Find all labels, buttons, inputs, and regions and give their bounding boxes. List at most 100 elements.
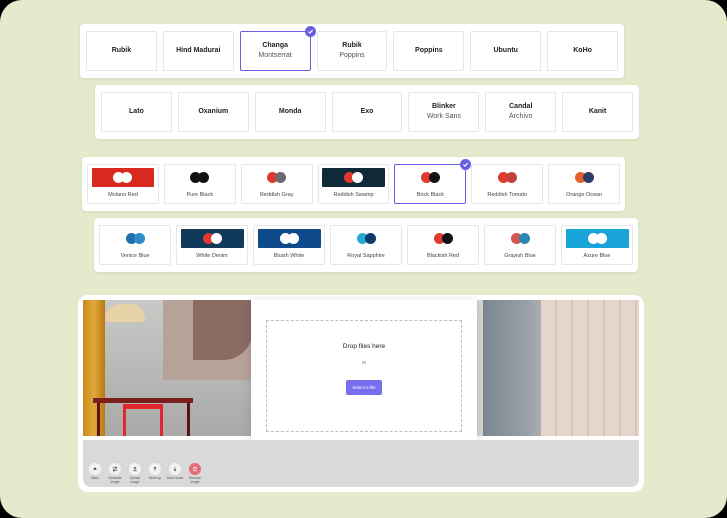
canvas: Rubik Hind Madurai Changa Montserrat Rub… — [0, 0, 727, 518]
color-theme-label: Azure Blue — [583, 253, 611, 259]
color-option[interactable]: Bluish White — [253, 225, 325, 265]
drop-zone[interactable]: Drop files here or Select a file — [266, 320, 462, 432]
font-option[interactable]: Rubik — [86, 31, 157, 71]
font-option-selected[interactable]: Changa Montserrat — [239, 26, 316, 71]
back-tool[interactable]: Back — [86, 463, 104, 484]
tool-label: Generate image — [108, 476, 122, 484]
color-swatch — [565, 229, 629, 248]
color-option[interactable]: Reddish Gray — [240, 164, 313, 204]
font-secondary-label: Montserrat — [258, 52, 292, 59]
color-option[interactable]: Royal Sapphire — [330, 225, 402, 265]
font-option[interactable]: Poppins — [393, 31, 465, 71]
color-dot — [364, 233, 376, 244]
color-theme-label: Orange Ocean — [566, 192, 603, 198]
file-upload-dialog: Drop files here or Select a file — [251, 300, 477, 446]
font-primary-label: Lato — [129, 108, 144, 115]
font-primary-label: Rubik — [111, 47, 132, 54]
color-option[interactable]: Reddish Swamp — [317, 164, 390, 204]
color-theme-label: Venice Blue — [120, 253, 150, 259]
font-option[interactable]: Lato — [101, 92, 172, 132]
color-theme-row-2: Venice Blue White Denim Bluish White Royal … — [94, 218, 638, 272]
generate-image-tool[interactable]: Generate image — [106, 463, 124, 484]
color-option[interactable]: Blackish Red — [407, 225, 479, 265]
font-pairing-row-1: Rubik Hind Madurai Changa Montserrat Rub… — [80, 24, 624, 78]
font-primary-label: Candal — [509, 103, 533, 110]
select-file-button[interactable]: Select a file — [346, 380, 382, 395]
color-option[interactable]: Reddish Tomato — [471, 164, 544, 204]
color-dot — [582, 172, 594, 183]
color-dot — [428, 172, 440, 183]
color-swatch — [398, 168, 462, 187]
color-theme-label: Blackish Red — [426, 253, 460, 259]
color-dot — [505, 172, 517, 183]
arrow-down-icon[interactable] — [169, 463, 181, 475]
tool-label: Upload image — [129, 476, 141, 484]
color-theme-label: White Denim — [196, 253, 228, 259]
font-option[interactable]: Ubuntu — [470, 31, 542, 71]
font-primary-label: Exo — [360, 108, 374, 115]
check-icon — [304, 26, 316, 37]
font-primary-label: KoHo — [573, 47, 592, 54]
font-option[interactable]: Candal Archivo — [485, 92, 557, 132]
tool-label: Move up — [148, 476, 162, 480]
color-dot — [287, 233, 299, 244]
color-dot — [275, 172, 287, 183]
font-option[interactable]: Hind Madurai — [162, 31, 234, 71]
color-option[interactable]: Grayish Blue — [484, 225, 556, 265]
color-dot — [441, 233, 453, 244]
color-swatch — [322, 168, 385, 187]
image-editor-panel: Drop files here or Select a file Back Ge… — [78, 295, 644, 492]
font-option[interactable]: Rubik Poppins — [316, 31, 388, 71]
back-icon[interactable] — [89, 463, 101, 475]
font-primary-label: Blinker — [432, 103, 456, 110]
color-theme-label: Bluish White — [273, 253, 305, 259]
font-option[interactable]: Blinker Work Sans — [408, 92, 480, 132]
remove-image-tool[interactable]: Remove image — [186, 463, 204, 484]
color-theme-label: Royal Sapphire — [347, 253, 385, 259]
color-option[interactable]: Orange Ocean — [548, 164, 621, 204]
trash-icon[interactable] — [189, 463, 201, 475]
upload-icon[interactable] — [129, 463, 141, 475]
color-option[interactable]: Venice Blue — [99, 225, 171, 265]
color-swatch — [168, 168, 232, 187]
color-theme-label: Pure Black — [186, 192, 214, 198]
color-swatch — [91, 168, 155, 187]
font-primary-label: Rubik — [342, 42, 362, 49]
upload-image-tool[interactable]: Upload image — [126, 463, 144, 484]
color-theme-label: Brick Black — [416, 192, 444, 198]
move-down-tool[interactable]: Move down — [166, 463, 184, 484]
color-dot — [352, 172, 363, 183]
color-swatch — [245, 168, 309, 187]
color-dot — [210, 233, 222, 244]
color-swatch — [488, 229, 552, 248]
font-option[interactable]: Oxanium — [177, 92, 249, 132]
font-option[interactable]: Exo — [331, 92, 403, 132]
font-primary-label: Oxanium — [198, 108, 229, 115]
color-option[interactable]: Azure Blue — [561, 225, 633, 265]
font-option[interactable]: Monda — [254, 92, 326, 132]
color-swatch — [334, 229, 398, 248]
color-swatch — [103, 229, 167, 248]
font-option[interactable]: Kanit — [562, 92, 634, 132]
color-option[interactable]: Molano Red — [87, 164, 159, 204]
color-theme-label: Molano Red — [108, 192, 138, 198]
color-swatch — [257, 229, 321, 248]
move-up-tool[interactable]: Move up — [146, 463, 164, 484]
color-swatch — [552, 168, 616, 187]
color-swatch — [475, 168, 539, 187]
color-dot — [121, 172, 133, 183]
font-option[interactable]: KoHo — [547, 31, 619, 71]
tool-label: Move down — [166, 476, 184, 480]
color-option-selected[interactable]: Brick Black — [394, 159, 472, 204]
color-dot — [595, 233, 607, 244]
font-primary-label: Poppins — [415, 47, 443, 54]
font-primary-label: Changa — [262, 42, 288, 49]
color-theme-label: Reddish Swamp — [333, 192, 374, 198]
arrow-up-icon[interactable] — [149, 463, 161, 475]
font-primary-label: Kanit — [588, 108, 607, 115]
color-option[interactable]: White Denim — [176, 225, 248, 265]
shuffle-icon[interactable] — [109, 463, 121, 475]
drop-zone-title: Drop files here — [342, 343, 386, 350]
color-option[interactable]: Pure Black — [163, 164, 236, 204]
color-theme-row-1: Molano Red Pure Black Reddish Gray Reddish … — [82, 157, 625, 211]
